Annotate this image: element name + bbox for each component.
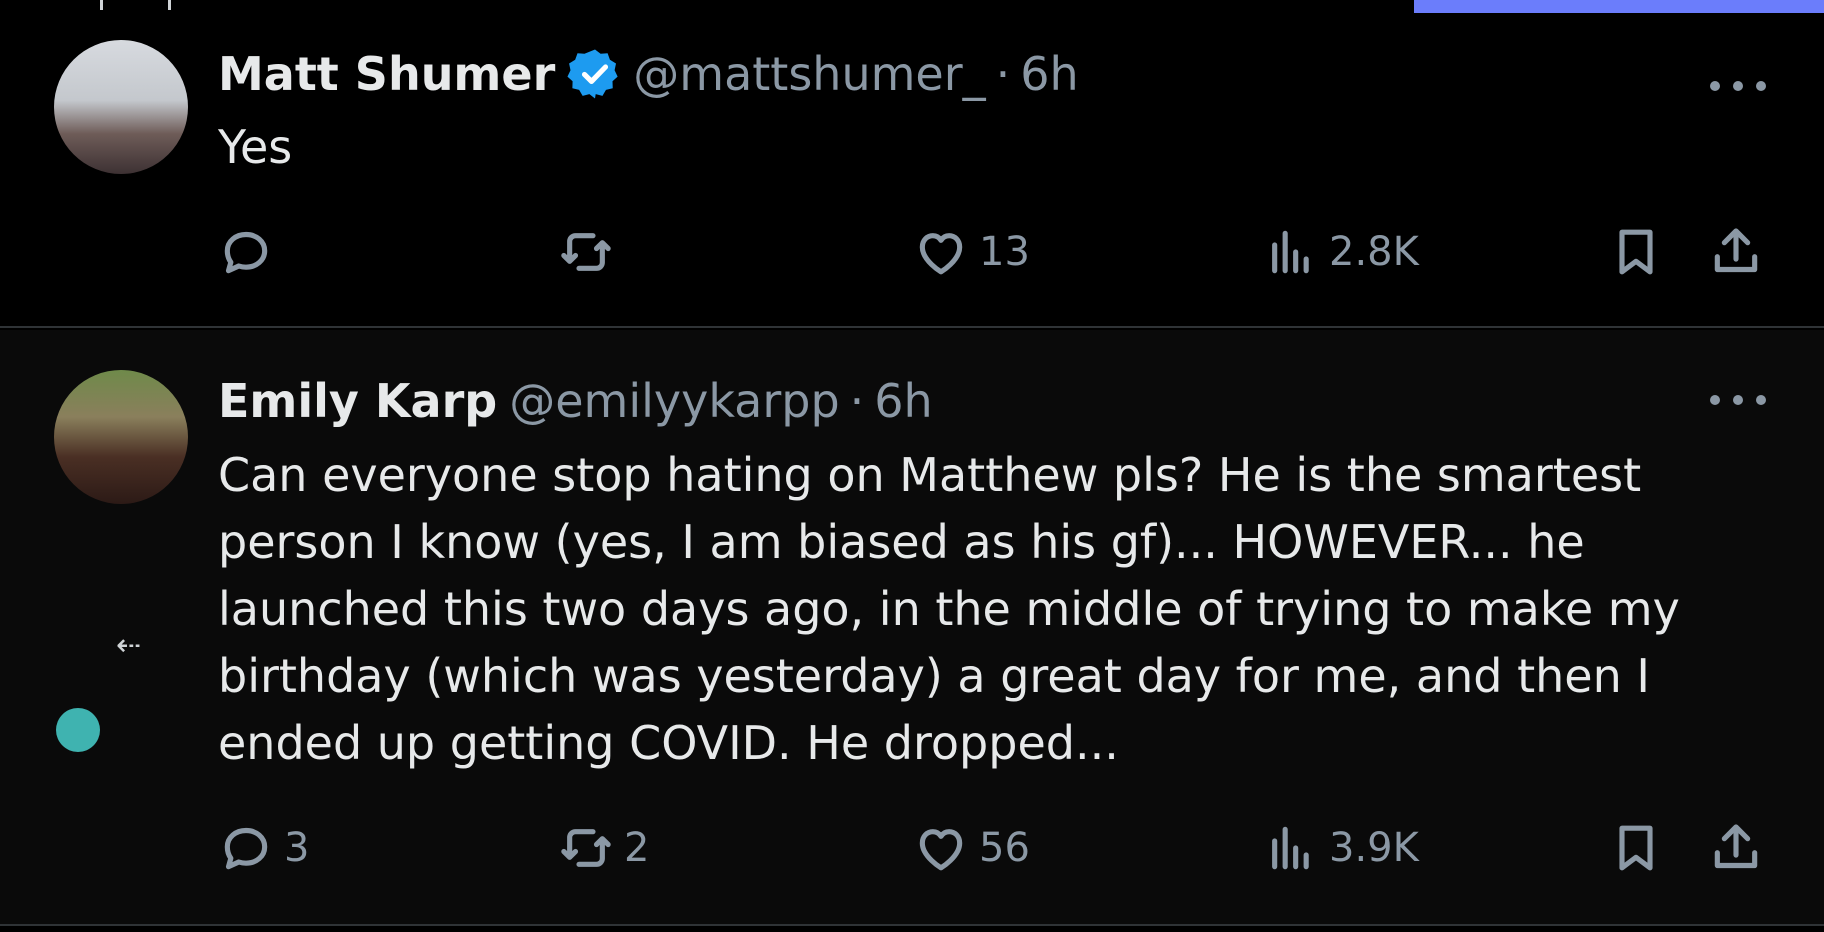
top-tick	[100, 0, 103, 10]
reply-button[interactable]: 3	[218, 820, 309, 876]
bookmark-button[interactable]	[1608, 820, 1664, 876]
reply-icon	[224, 231, 268, 274]
author-name[interactable]: Matt Shumer	[218, 47, 555, 101]
share-icon	[1714, 228, 1758, 273]
avatar[interactable]	[54, 40, 188, 174]
retweet-icon	[561, 233, 611, 271]
author-handle[interactable]: @mattshumer_	[633, 47, 985, 101]
share-icon	[1714, 824, 1758, 869]
bookmark-icon	[1619, 229, 1653, 275]
retweet-button[interactable]: 2	[558, 820, 649, 876]
views-icon	[1272, 826, 1309, 870]
tweet-text: Can everyone stop hating on Matthew pls?…	[218, 448, 1680, 770]
timestamp[interactable]: 6h	[874, 374, 932, 428]
teal-dot	[56, 708, 100, 752]
tweet-text: Yes	[218, 120, 293, 174]
retweet-count: 2	[624, 825, 650, 871]
top-strip	[0, 0, 1824, 14]
author-name[interactable]: Emily Karp	[218, 374, 497, 428]
views-count: 3.9K	[1329, 825, 1419, 871]
share-button[interactable]	[1708, 820, 1764, 876]
action-bar: 13 2.8K	[218, 224, 1770, 284]
tweet-emily-karp[interactable]: Emily Karp @emilyykarpp · 6h Can everyon…	[0, 330, 1824, 926]
like-button[interactable]: 56	[913, 820, 1030, 876]
more-icon[interactable]	[1710, 76, 1766, 96]
left-arrow-icon: ⇠	[116, 628, 142, 663]
top-tick	[168, 0, 171, 10]
reply-count: 3	[284, 825, 310, 871]
author-handle[interactable]: @emilyykarpp	[509, 374, 839, 428]
heart-icon	[919, 233, 963, 275]
reply-button[interactable]	[218, 224, 284, 280]
views-button[interactable]: 2.8K	[1263, 224, 1419, 280]
more-icon[interactable]	[1710, 390, 1766, 410]
verified-badge-icon	[567, 49, 618, 99]
avatar[interactable]	[54, 370, 188, 504]
retweet-button[interactable]	[558, 224, 624, 280]
timestamp[interactable]: 6h	[1020, 47, 1078, 101]
tweet-matt-shumer[interactable]: Matt Shumer @mattshumer_ · 6h Yes 13 2.8…	[0, 14, 1824, 328]
tweet-header: Emily Karp @emilyykarpp · 6h	[218, 374, 933, 428]
bookmark-button[interactable]	[1608, 224, 1664, 280]
views-button[interactable]: 3.9K	[1263, 820, 1419, 876]
bookmark-icon	[1619, 825, 1653, 871]
like-count: 56	[979, 825, 1030, 871]
reply-icon	[224, 827, 268, 870]
like-count: 13	[979, 229, 1030, 275]
action-bar: 3 2 56 3.9K	[218, 820, 1770, 880]
retweet-icon	[561, 829, 611, 867]
views-count: 2.8K	[1329, 229, 1419, 275]
like-button[interactable]: 13	[913, 224, 1030, 280]
separator: ·	[849, 374, 865, 428]
accent-bar	[1414, 0, 1824, 13]
views-icon	[1272, 230, 1309, 274]
share-button[interactable]	[1708, 224, 1764, 280]
separator: ·	[995, 47, 1011, 101]
heart-icon	[919, 829, 963, 871]
tweet-header: Matt Shumer @mattshumer_ · 6h	[218, 46, 1079, 102]
